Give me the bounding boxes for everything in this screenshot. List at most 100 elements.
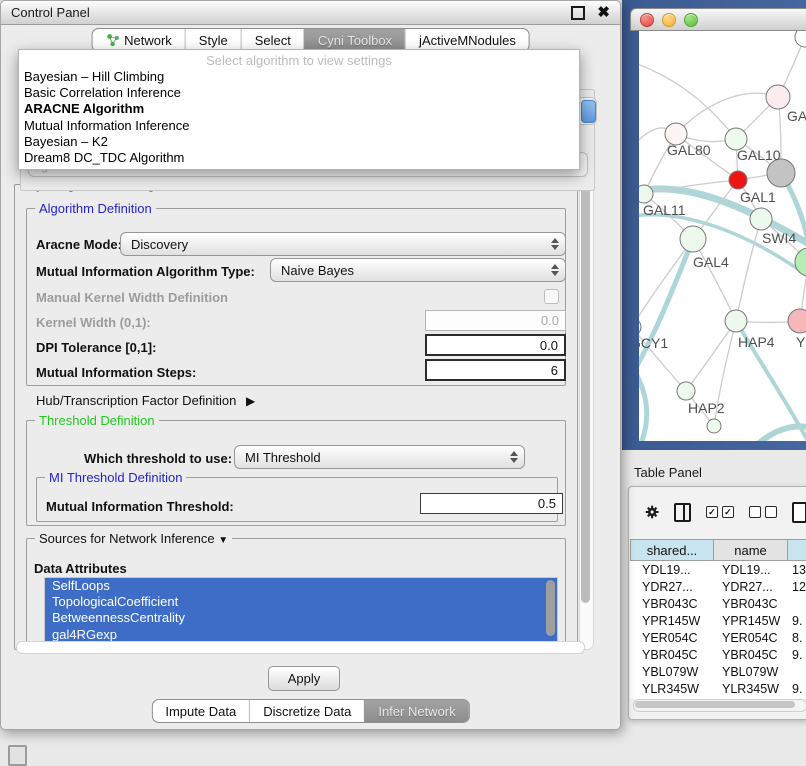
gear-icon[interactable] <box>645 503 659 521</box>
network-graph[interactable]: GAL8GAL80GAL10GAL1SWI4GAL11GAL4GCY1HAP4Y… <box>639 31 806 441</box>
table-cell[interactable]: YDL19... <box>630 563 714 577</box>
split-columns-icon[interactable] <box>674 503 691 522</box>
table-cell[interactable]: 12 <box>788 580 806 594</box>
table-cell[interactable]: YLR345W <box>630 682 714 696</box>
tab-cyni-toolbox[interactable]: Cyni Toolbox <box>304 29 405 51</box>
kernel-width-field[interactable]: 0.0 <box>425 310 566 331</box>
table-cell[interactable]: YBR045C <box>630 648 714 662</box>
attribute-list-item[interactable]: BetweennessCentrality <box>45 610 557 626</box>
table-cell[interactable]: 8. <box>788 631 806 645</box>
table-cell[interactable]: YBR043C <box>630 597 714 611</box>
table-cell[interactable]: YDL19... <box>714 563 788 577</box>
network-node-green-right[interactable] <box>795 248 806 276</box>
dock-panel-icon[interactable] <box>8 745 27 766</box>
network-node-HAP2[interactable] <box>677 382 695 400</box>
close-window-icon[interactable]: ✖ <box>597 8 610 18</box>
network-node-small-bottom[interactable] <box>707 419 721 433</box>
network-node-SWI4[interactable] <box>750 208 772 230</box>
node-label: GAL4 <box>693 254 729 270</box>
table-row[interactable]: YDL19...YDL19...13 <box>630 561 806 578</box>
table-row[interactable]: YBR045CYBR045C9. <box>630 646 806 663</box>
control-panel-titlebar[interactable]: Control Panel ✖ <box>1 1 620 25</box>
table-cell[interactable]: YBL079W <box>714 665 788 679</box>
settings-horizontal-scrollbar[interactable] <box>16 641 585 654</box>
minimize-traffic-light-icon[interactable] <box>662 13 676 27</box>
attr-items: SelfLoopsTopologicalCoefficientBetweenne… <box>45 578 557 643</box>
select-all-checkboxes-icon[interactable]: ✓ ✓ <box>706 506 734 518</box>
hub-tf-definition-toggle[interactable]: Hub/Transcription Factor Definition ▶ <box>36 393 255 408</box>
attribute-list-item[interactable]: TopologicalCoefficient <box>45 594 557 610</box>
mi-type-combobox[interactable]: Naive Bayes <box>270 258 566 282</box>
table-cell[interactable]: YDR27... <box>630 580 714 594</box>
list-scrollbar-thumb[interactable] <box>546 580 555 636</box>
network-node-salmon-right[interactable] <box>788 309 806 333</box>
tab-select[interactable]: Select <box>241 29 304 51</box>
unchecked-box-icon <box>765 506 777 518</box>
table-cell[interactable]: YER054C <box>630 631 714 645</box>
column-header-partial[interactable] <box>788 539 806 561</box>
table-row[interactable]: YPR145WYPR145W9. <box>630 612 806 629</box>
table-cell[interactable]: YBR045C <box>714 648 788 662</box>
tab-infer-network[interactable]: Infer Network <box>364 700 468 722</box>
algorithm-option[interactable]: Basic Correlation Inference <box>19 85 579 101</box>
which-threshold-combobox[interactable]: MI Threshold <box>234 445 525 469</box>
network-canvas[interactable]: GAL8GAL80GAL10GAL1SWI4GAL11GAL4GCY1HAP4Y… <box>639 31 806 441</box>
table-row[interactable]: YBR043CYBR043C <box>630 595 806 612</box>
network-node-HAP4[interactable] <box>725 310 747 332</box>
tab-jactivemnodules[interactable]: jActiveMNodules <box>405 29 529 51</box>
table-row[interactable]: YBL079WYBL079W <box>630 663 806 680</box>
scrollbar-thumb[interactable] <box>581 187 590 603</box>
algorithm-option[interactable]: Dream8 DC_TDC Algorithm <box>19 150 579 166</box>
table-cell[interactable]: 9. <box>788 614 806 628</box>
settings-vertical-scrollbar[interactable] <box>579 184 594 650</box>
column-header-shared-name[interactable]: shared... <box>630 539 714 561</box>
table-row[interactable]: YER054CYER054C8. <box>630 629 806 646</box>
close-traffic-light-icon[interactable] <box>640 13 654 27</box>
algorithm-option[interactable]: ARACNE Algorithm <box>19 101 579 117</box>
table-horizontal-scrollbar[interactable] <box>633 699 806 712</box>
table-cell[interactable]: 13 <box>788 563 806 577</box>
collapse-arrow-icon[interactable]: ▼ <box>218 535 228 546</box>
float-window-icon[interactable] <box>571 6 585 20</box>
algorithm-option[interactable]: Bayesian – Hill Climbing <box>19 69 579 85</box>
manual-kernel-checkbox[interactable] <box>544 289 559 304</box>
network-node-GAL4[interactable] <box>680 226 706 252</box>
algorithm-option[interactable]: Mutual Information Inference <box>19 118 579 134</box>
column-header-name[interactable]: name <box>714 539 788 561</box>
attribute-list-item[interactable]: SelfLoops <box>45 578 557 594</box>
network-node-GAL1[interactable] <box>729 171 747 189</box>
tab-network[interactable]: Network <box>92 29 185 51</box>
dpi-tolerance-field[interactable]: 0.0 <box>425 334 566 356</box>
table-cell[interactable]: YER054C <box>714 631 788 645</box>
network-edge <box>639 239 693 327</box>
table-cell[interactable]: YPR145W <box>714 614 788 628</box>
table-cell[interactable]: YBR043C <box>714 597 788 611</box>
tab-impute-data[interactable]: Impute Data <box>152 700 249 722</box>
network-node-GAL11[interactable] <box>639 185 653 203</box>
apply-button[interactable]: Apply <box>268 666 340 691</box>
zoom-traffic-light-icon[interactable] <box>684 13 698 27</box>
table-cell[interactable]: YDR27... <box>714 580 788 594</box>
combobox-stepper-focused[interactable] <box>581 100 596 123</box>
new-table-icon[interactable] <box>792 502 806 523</box>
network-node-pink-top[interactable] <box>766 85 790 109</box>
table-cell[interactable]: 9. <box>788 648 806 662</box>
aracne-mode-combobox[interactable]: Discovery <box>120 232 566 256</box>
table-cell[interactable]: YLR345W <box>714 682 788 696</box>
mi-steps-field[interactable]: 6 <box>425 359 566 381</box>
table-cell[interactable]: 9. <box>788 682 806 696</box>
table-row[interactable]: YLR345WYLR345W9. <box>630 680 806 697</box>
network-node-gray-node[interactable] <box>767 159 795 187</box>
table-row[interactable]: YDR27...YDR27...12 <box>630 578 806 595</box>
network-node-GCY1[interactable] <box>639 318 641 336</box>
unselect-all-checkboxes-icon[interactable] <box>749 506 777 518</box>
data-attributes-list[interactable]: SelfLoopsTopologicalCoefficientBetweenne… <box>44 577 558 644</box>
tab-style[interactable]: Style <box>185 29 241 51</box>
network-node-top-partial[interactable] <box>795 31 806 47</box>
table-cell[interactable]: YBL079W <box>630 665 714 679</box>
mi-threshold-field[interactable]: 0.5 <box>420 493 563 514</box>
table-cell[interactable]: YPR145W <box>630 614 714 628</box>
network-window-titlebar[interactable] <box>630 8 806 31</box>
tab-discretize-data[interactable]: Discretize Data <box>249 700 364 722</box>
algorithm-option[interactable]: Bayesian – K2 <box>19 134 579 150</box>
